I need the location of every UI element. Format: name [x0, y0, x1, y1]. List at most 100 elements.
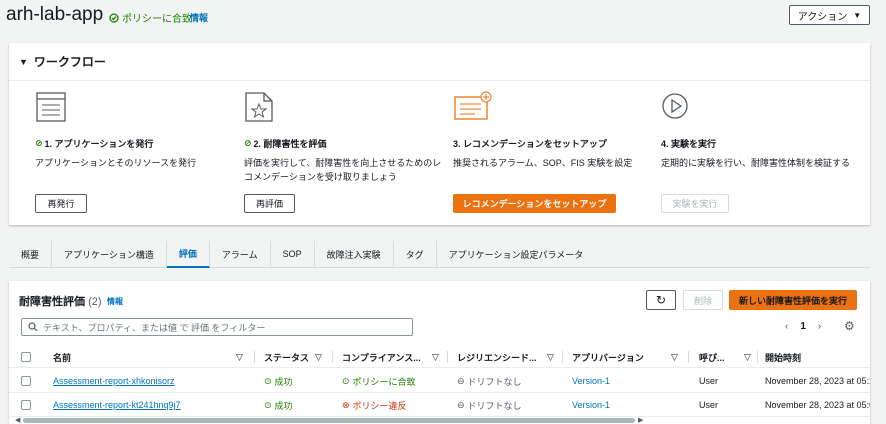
start-time-cell: November 28, 2023 at 05:0: [765, 400, 870, 410]
tab-app-structure[interactable]: アプリケーション構造: [52, 240, 167, 268]
select-all-checkbox[interactable]: [21, 346, 31, 368]
reassess-button[interactable]: 再評価: [244, 194, 295, 213]
assessments-title-text: 耐障害性評価: [19, 296, 85, 308]
col-app-version[interactable]: アプリバージョン: [572, 346, 644, 368]
page-title: arh-lab-app: [6, 4, 104, 25]
page: arh-lab-app ポリシーに合致 情報 アクション ▼ ▼ ワークフロー …: [0, 0, 886, 424]
status-cell: ⊙ 成功: [264, 393, 293, 417]
play-circle-icon: [661, 91, 861, 125]
step-4-title: 4. 実験を実行: [661, 139, 717, 149]
col-name[interactable]: 名前: [53, 346, 71, 368]
check-circle-icon: ⊙: [264, 375, 272, 386]
step-3-title: 3. レコメンデーションをセットアップ: [453, 139, 607, 149]
row-checkbox[interactable]: [21, 369, 31, 393]
status-cell: ⊙ 成功: [264, 369, 293, 393]
caret-down-icon: ▼: [19, 56, 28, 67]
col-start-time[interactable]: 開始時刻: [765, 346, 801, 368]
drift-text: ドリフトなし: [467, 400, 522, 411]
invoker-cell: User: [699, 376, 719, 386]
gear-icon[interactable]: ⚙: [844, 319, 855, 333]
col-resiliency-drift[interactable]: レジリエンシード...: [457, 346, 537, 368]
check-circle-icon: ⊙: [264, 399, 272, 410]
refresh-icon: ↻: [655, 293, 667, 307]
page-number[interactable]: 1: [800, 321, 806, 332]
version-link[interactable]: Version-1: [572, 393, 610, 417]
prev-page-icon[interactable]: ‹: [785, 321, 788, 332]
info-link[interactable]: 情報: [190, 11, 208, 24]
sort-icon[interactable]: ▽: [547, 346, 554, 368]
scroll-left-icon[interactable]: ◀: [15, 416, 20, 424]
check-circle-icon: [109, 12, 119, 23]
sort-icon[interactable]: ▽: [744, 346, 751, 368]
tab-overview[interactable]: 概要: [9, 240, 53, 268]
step-2-desc: 評価を実行して、耐障害性を向上させるためのレコメンデーションを受け取りましょう: [244, 158, 442, 182]
tab-alarms[interactable]: アラーム: [210, 240, 271, 268]
assessment-name-link[interactable]: Assessment-report-xhkonisorz: [53, 369, 175, 393]
sort-icon[interactable]: ▽: [315, 346, 322, 368]
tab-sop[interactable]: SOP: [271, 240, 315, 268]
workflow-panel: ▼ ワークフロー ⊘ 1. アプリケーションを発行 アプリケーションとそのリソース…: [9, 43, 870, 225]
tab-tags[interactable]: タグ: [394, 240, 437, 268]
compliance-text: ポリシー違反: [352, 400, 407, 411]
new-assessment-button[interactable]: 新しい耐障害性評価を実行: [729, 290, 857, 310]
workflow-step-2: ⊘ 2. 耐障害性を評価 評価を実行して、耐障害性を向上させるためのレコメンデーシ…: [244, 91, 444, 184]
filter-placeholder: テキスト、プロパティ、または値 で 評価 をフィルター: [43, 322, 266, 333]
compliance-label: ポリシーに合致: [122, 14, 192, 25]
scroll-right-icon[interactable]: ▶: [638, 416, 643, 424]
republish-button[interactable]: 再発行: [35, 194, 87, 213]
minus-circle-icon: ⊖: [457, 375, 465, 386]
pagination: ‹ 1 ›: [785, 321, 821, 332]
sort-icon[interactable]: ▽: [671, 346, 678, 368]
workflow-step-3: 3. レコメンデーションをセットアップ 推奨されるアラーム、SOP、FIS 実験…: [453, 91, 653, 170]
recommendation-card-icon: [453, 91, 653, 125]
workflow-step-1: ⊘ 1. アプリケーションを発行 アプリケーションとそのリソースを発行: [35, 91, 235, 170]
x-circle-icon: ⊗: [342, 399, 350, 410]
col-invoker[interactable]: 呼び...: [699, 346, 725, 368]
status-text: 成功: [274, 400, 293, 411]
refresh-button[interactable]: ↻: [646, 290, 676, 310]
tab-assessments[interactable]: 評価: [166, 240, 210, 268]
step-3-desc: 推奨されるアラーム、SOP、FIS 実験を設定: [453, 158, 633, 168]
search-icon: [28, 322, 38, 332]
step-1-desc: アプリケーションとそのリソースを発行: [35, 158, 197, 168]
run-experiment-button[interactable]: 実験を実行: [661, 194, 729, 213]
drift-cell: ⊖ ドリフトなし: [457, 393, 522, 417]
start-time-cell: November 28, 2023 at 05:2: [765, 376, 870, 386]
workflow-title: ワークフロー: [33, 55, 106, 69]
compliance-cell: ⊙ ポリシーに合致: [342, 369, 416, 393]
table-row: Assessment-report-xhkonisorz ⊙ 成功 ⊙ ポリシーに合…: [9, 369, 870, 393]
step-4-desc: 定期的に実験を行い、耐障害性体制を検証する: [661, 158, 851, 168]
col-status[interactable]: ステータス: [264, 346, 309, 368]
page-header: arh-lab-app ポリシーに合致 情報 アクション ▼: [0, 0, 886, 36]
workflow-step-4: 4. 実験を実行 定期的に実験を行い、耐障害性体制を検証する: [661, 91, 861, 170]
compliance-status: ポリシーに合致: [109, 10, 192, 25]
status-text: 成功: [274, 376, 293, 387]
minus-circle-icon: ⊖: [457, 399, 465, 410]
actions-button[interactable]: アクション ▼: [789, 5, 870, 25]
workflow-header[interactable]: ▼ ワークフロー: [9, 43, 870, 81]
row-checkbox[interactable]: [21, 393, 31, 417]
assessment-name-link[interactable]: Assessment-report-kt241hnq9j7: [53, 393, 181, 417]
assessments-count: (2): [88, 296, 102, 308]
invoker-cell: User: [699, 400, 719, 410]
assessments-title: 耐障害性評価 (2): [19, 293, 102, 309]
list-document-icon: [35, 91, 235, 125]
tab-fault-injection[interactable]: 故障注入実験: [315, 240, 394, 268]
horizontal-scrollbar[interactable]: [23, 418, 635, 423]
version-link[interactable]: Version-1: [572, 369, 610, 393]
table-header: 名前 ▽ ステータス ▽ コンプライアンス... ▽ レジリエンシード... ▽…: [9, 346, 870, 368]
sort-icon[interactable]: ▽: [432, 346, 439, 368]
next-page-icon[interactable]: ›: [818, 321, 821, 332]
step-1-title: ⊘ 1. アプリケーションを発行: [35, 137, 235, 150]
col-compliance[interactable]: コンプライアンス...: [342, 346, 421, 368]
filter-input[interactable]: テキスト、プロパティ、または値 で 評価 をフィルター: [21, 318, 413, 336]
table-row: Assessment-report-kt241hnq9j7 ⊙ 成功 ⊗ ポリシー違…: [9, 393, 870, 417]
tab-app-config-params[interactable]: アプリケーション設定パラメータ: [437, 241, 596, 268]
compliance-cell: ⊗ ポリシー違反: [342, 393, 407, 417]
sort-icon[interactable]: ▽: [236, 346, 243, 368]
compliance-text: ポリシーに合致: [352, 376, 416, 387]
info-link[interactable]: 情報: [107, 296, 123, 307]
assessments-panel: 耐障害性評価 (2) 情報 ↻ 削除 新しい耐障害性評価を実行 テキスト、プロパ…: [9, 281, 870, 424]
delete-button[interactable]: 削除: [683, 290, 723, 310]
setup-recommendations-button[interactable]: レコメンデーションをセットアップ: [453, 194, 616, 213]
